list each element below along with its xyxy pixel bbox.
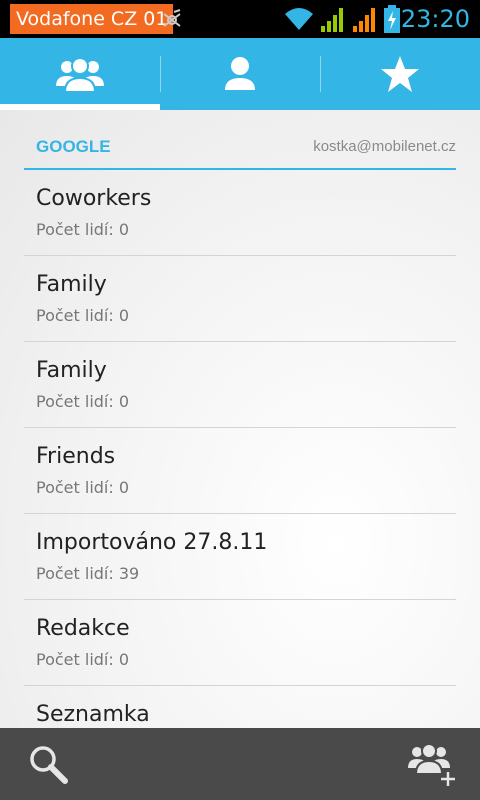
bottom-action-bar [0,728,480,800]
group-count: Počet lidí: 0 [36,220,130,239]
group-name: Redakce [36,616,130,641]
star-icon [381,56,419,92]
usb-debug-icon [163,9,181,27]
list-item[interactable]: Family Počet lidí: 0 [24,342,456,428]
person-icon [225,57,255,90]
group-name: Family [36,272,107,297]
search-icon [30,746,68,784]
wifi-icon [285,8,313,30]
group-name: Importováno 27.8.11 [36,530,268,555]
group-name: Family [36,358,107,383]
signal-icon [321,8,343,32]
list-item[interactable]: Coworkers Počet lidí: 0 [24,170,456,256]
tab-favorites[interactable] [320,38,480,110]
group-count: Počet lidí: 0 [36,392,130,411]
groups-icon [56,57,104,93]
tab-bar [0,38,480,110]
group-name: Friends [36,444,116,469]
clock: 23:20 [400,5,470,33]
tab-groups[interactable] [0,38,160,110]
groups-content[interactable]: GOOGLE kostka@mobilenet.cz Coworkers Poč… [0,110,480,728]
group-count: Počet lidí: 0 [36,478,130,497]
status-bar: Vodafone CZ 01 23:20 [0,0,480,38]
group-count: Počet lidí: 0 [36,306,130,325]
group-list: Coworkers Počet lidí: 0 Family Počet lid… [24,170,456,728]
section-account: kostka@mobilenet.cz [313,138,456,155]
group-count: Počet lidí: 39 [36,564,140,583]
carrier-name: Vodafone CZ 01 [10,4,174,34]
battery-charging-icon [384,5,400,33]
list-item[interactable]: Importováno 27.8.11 Počet lidí: 39 [24,514,456,600]
list-item[interactable]: Friends Počet lidí: 0 [24,428,456,514]
group-name: Seznamka [36,702,150,727]
group-name: Coworkers [36,186,152,211]
group-count: Počet lidí: 0 [36,650,130,669]
tab-contacts[interactable] [160,38,320,110]
add-group-icon [408,743,455,786]
list-item[interactable]: Redakce Počet lidí: 0 [24,600,456,686]
section-header: GOOGLE kostka@mobilenet.cz [24,132,456,170]
list-item[interactable]: Seznamka [24,686,456,728]
search-button[interactable] [12,728,84,800]
list-item[interactable]: Family Počet lidí: 0 [24,256,456,342]
signal-roaming-icon [353,8,375,32]
add-group-button[interactable] [396,728,468,800]
section-title: GOOGLE [36,137,111,156]
